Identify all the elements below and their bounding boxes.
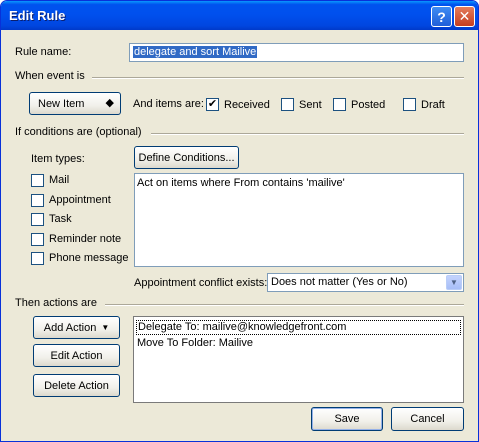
- mail-label: Mail: [49, 174, 70, 186]
- condition-text: Act on items where From contains 'mailiv…: [137, 177, 345, 189]
- task-label: Task: [49, 213, 72, 225]
- delete-action-label: Delete Action: [44, 379, 109, 392]
- edit-rule-dialog: Edit Rule ? ✕ Rule name: delegate and so…: [0, 0, 479, 442]
- chevron-down-icon: ▼: [101, 323, 110, 332]
- when-event-divider: [92, 77, 464, 79]
- received-label: Received: [224, 99, 270, 111]
- conditions-divider: [151, 133, 464, 135]
- action-item-label: Delegate To: mailive@knowledgefront.com: [138, 321, 347, 333]
- cancel-label: Cancel: [410, 413, 445, 425]
- save-label: Save: [334, 413, 360, 425]
- reminder-note-checkbox[interactable]: [31, 233, 44, 246]
- conditions-description-box[interactable]: Act on items where From contains 'mailiv…: [134, 173, 464, 267]
- phone-message-label: Phone message: [49, 252, 129, 264]
- actions-heading: Then actions are: [15, 297, 97, 309]
- action-item[interactable]: Move To Folder: Mailive: [137, 337, 253, 349]
- appointment-label: Appointment: [49, 194, 111, 206]
- conflict-dropdown[interactable]: Does not matter (Yes or No) ▼: [267, 273, 464, 292]
- sent-label: Sent: [299, 99, 322, 111]
- actions-list[interactable]: Delegate To: mailive@knowledgefront.com …: [133, 316, 464, 403]
- draft-label: Draft: [421, 99, 445, 111]
- edit-action-button[interactable]: Edit Action: [33, 344, 120, 367]
- rule-name-input[interactable]: delegate and sort Mailive: [129, 43, 464, 62]
- posted-checkbox[interactable]: [333, 98, 346, 111]
- help-icon: ?: [437, 8, 446, 25]
- received-checkbox[interactable]: ✔: [206, 98, 219, 111]
- define-conditions-label: Define Conditions...: [138, 151, 235, 164]
- event-type-label: New Item: [38, 97, 85, 110]
- edit-action-label: Edit Action: [50, 349, 103, 362]
- close-icon: ✕: [458, 8, 471, 24]
- reminder-note-label: Reminder note: [49, 233, 122, 245]
- save-button[interactable]: Save: [311, 407, 383, 431]
- delete-action-button[interactable]: Delete Action: [33, 374, 120, 397]
- window-title: Edit Rule: [9, 8, 66, 23]
- items-are-label: And items are:: [133, 98, 204, 110]
- task-checkbox[interactable]: [31, 213, 44, 226]
- appointment-checkbox[interactable]: [31, 194, 44, 207]
- rule-name-value: delegate and sort Mailive: [133, 46, 258, 58]
- add-action-label: Add Action: [43, 321, 97, 334]
- add-action-button[interactable]: Add Action ▼: [33, 316, 120, 339]
- title-bar[interactable]: Edit Rule ? ✕: [1, 1, 478, 30]
- close-button[interactable]: ✕: [454, 6, 475, 27]
- dropdown-arrow-icon[interactable]: ▼: [446, 275, 462, 290]
- item-types-label: Item types:: [31, 153, 85, 165]
- actions-divider: [105, 304, 464, 306]
- checkmark-icon: ✔: [207, 98, 218, 110]
- define-conditions-button[interactable]: Define Conditions...: [134, 146, 239, 169]
- spin-arrows-icon: ◆: [105, 97, 114, 109]
- help-button[interactable]: ?: [431, 6, 452, 27]
- conflict-value: Does not matter (Yes or No): [271, 276, 408, 288]
- mail-checkbox[interactable]: [31, 174, 44, 187]
- rule-name-label: Rule name:: [15, 46, 72, 58]
- sent-checkbox[interactable]: [281, 98, 294, 111]
- action-item-label: Move To Folder: Mailive: [137, 337, 253, 349]
- action-item[interactable]: Delegate To: mailive@knowledgefront.com: [136, 320, 461, 335]
- when-event-heading: When event is: [15, 70, 85, 82]
- conditions-heading: If conditions are (optional): [15, 126, 142, 138]
- posted-label: Posted: [351, 99, 386, 111]
- cancel-button[interactable]: Cancel: [391, 407, 464, 431]
- conflict-label: Appointment conflict exists:: [134, 277, 268, 289]
- phone-message-checkbox[interactable]: [31, 252, 44, 265]
- draft-checkbox[interactable]: [403, 98, 416, 111]
- event-type-button[interactable]: New Item ◆: [29, 92, 121, 115]
